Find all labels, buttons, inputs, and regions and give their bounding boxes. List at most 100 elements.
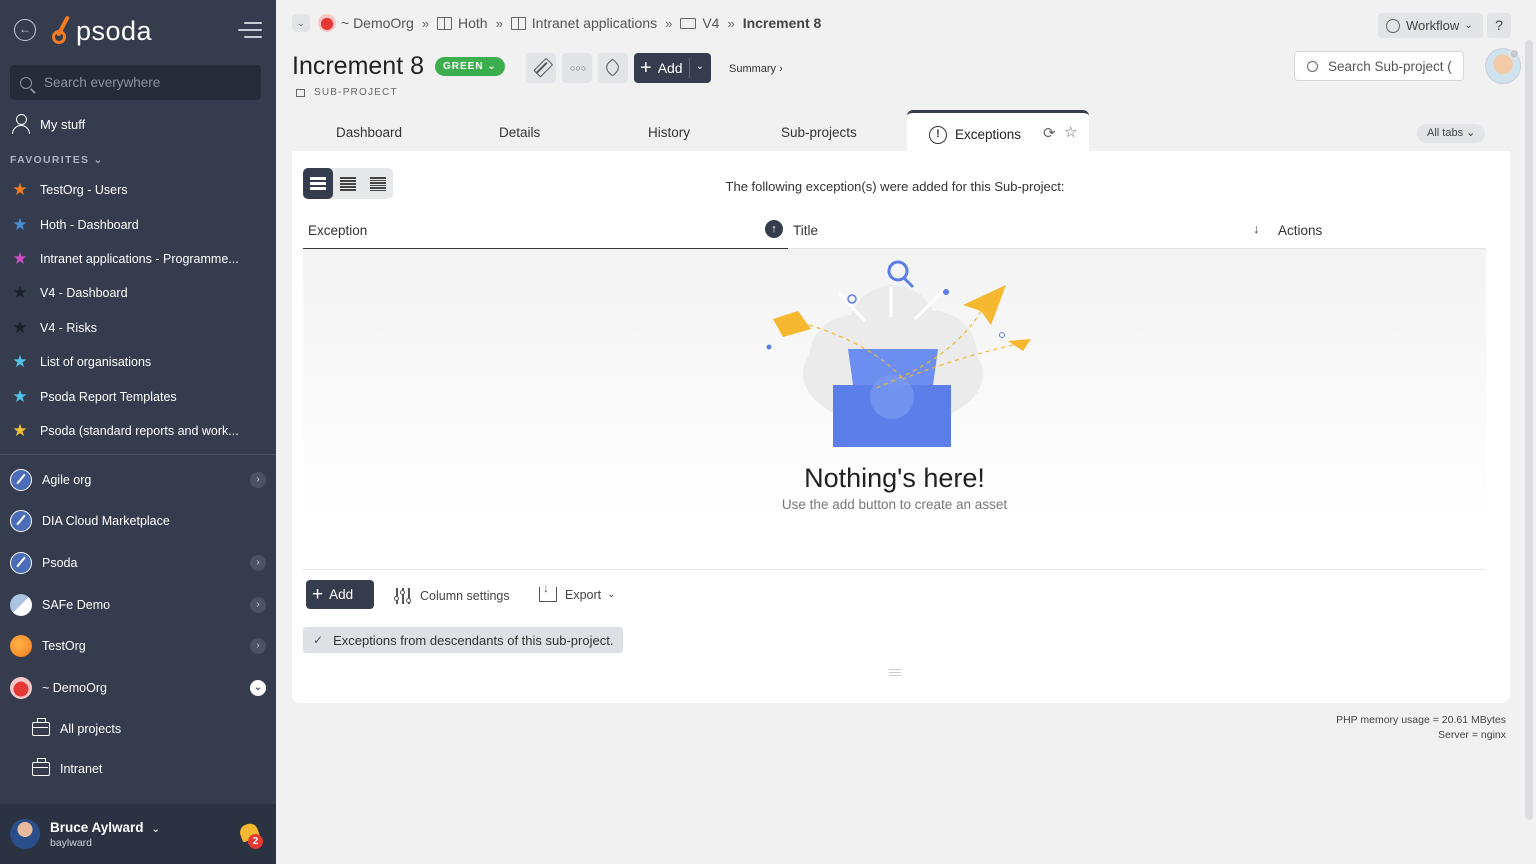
- tab-dashboard[interactable]: Dashboard: [336, 125, 402, 140]
- tag-icon: [603, 58, 622, 77]
- breadcrumb-v4[interactable]: V4: [702, 15, 719, 31]
- favourite-item[interactable]: ★ List of organisations: [10, 345, 266, 379]
- column-header-actions: Actions: [1278, 223, 1323, 238]
- folder-icon: [680, 17, 697, 29]
- chevron-right-icon[interactable]: ›: [250, 596, 266, 613]
- org-item-agile-org[interactable]: Agile org ›: [10, 459, 266, 501]
- star-outline-icon[interactable]: ☆: [1064, 123, 1077, 141]
- status-badge[interactable]: GREEN ⌄: [435, 57, 505, 76]
- favourite-item[interactable]: ★ Intranet applications - Programme...: [10, 242, 266, 276]
- favourite-label: V4 - Risks: [40, 320, 97, 335]
- tab-details[interactable]: Details: [499, 125, 540, 140]
- column-header-exception[interactable]: Exception: [308, 223, 367, 238]
- sidebar-item-all-projects[interactable]: All projects: [10, 709, 266, 749]
- resize-handle-icon[interactable]: [889, 669, 901, 678]
- org-item-dia-cloud[interactable]: DIA Cloud Marketplace: [10, 501, 266, 543]
- page-scrollbar[interactable]: [1522, 0, 1536, 864]
- exclamation-icon: !: [929, 126, 947, 144]
- tab-history[interactable]: History: [648, 125, 690, 140]
- psoda-logo[interactable]: psoda: [52, 13, 152, 49]
- panel-intro-text: The following exception(s) were added fo…: [725, 179, 1065, 194]
- briefcase-icon: [32, 717, 50, 736]
- sort-descending-icon[interactable]: ↓: [1253, 221, 1260, 236]
- sidebar-item-intranet[interactable]: Intranet: [10, 749, 266, 789]
- favourite-item[interactable]: ★ Psoda Report Templates: [10, 379, 266, 413]
- more-options-button[interactable]: ○○○: [562, 53, 592, 83]
- chevron-right-icon[interactable]: ›: [250, 554, 266, 571]
- edit-button[interactable]: [526, 53, 556, 83]
- org-item-testorg[interactable]: TestOrg ›: [10, 625, 266, 667]
- descendants-toggle[interactable]: ✓ Exceptions from descendants of this su…: [303, 627, 624, 653]
- column-header-title[interactable]: Title: [793, 223, 818, 238]
- item-type-label: SUB-PROJECT: [314, 87, 398, 98]
- empty-inbox-illustration: [766, 260, 1031, 447]
- tab-exceptions[interactable]: ! Exceptions ⟳ ☆: [907, 110, 1089, 152]
- refresh-icon[interactable]: ⟳: [1043, 124, 1056, 142]
- summary-link[interactable]: Summary ›: [729, 63, 783, 75]
- sidebar-header: ← psoda: [0, 0, 276, 64]
- collapse-sidebar-icon[interactable]: [238, 22, 262, 38]
- chevron-down-icon[interactable]: ⌄: [292, 14, 310, 32]
- breadcrumb-hoth[interactable]: Hoth: [458, 15, 488, 31]
- sidebar-search-input[interactable]: Search everywhere: [10, 65, 261, 100]
- chevron-right-icon[interactable]: ›: [250, 471, 266, 488]
- scrollbar-thumb[interactable]: [1525, 40, 1533, 820]
- search-icon: [20, 76, 32, 89]
- org-item-safe-demo[interactable]: SAFe Demo ›: [10, 584, 266, 626]
- chevron-right-icon[interactable]: ›: [250, 638, 266, 655]
- favourites-list: ★ TestOrg - Users ★ Hoth - Dashboard ★ Intr…: [10, 173, 266, 448]
- tab-sub-projects[interactable]: Sub-projects: [781, 125, 857, 140]
- search-icon: [1307, 60, 1318, 72]
- favourite-item[interactable]: ★ V4 - Dashboard: [10, 276, 266, 310]
- favourite-item[interactable]: ★ V4 - Risks: [10, 311, 266, 345]
- export-button[interactable]: Export ⌄: [539, 581, 616, 602]
- user-handle: baylward: [50, 836, 93, 849]
- logo-text: psoda: [76, 15, 153, 46]
- breadcrumb-demoorg[interactable]: ~ DemoOrg: [341, 15, 414, 31]
- sliders-icon: [393, 587, 412, 605]
- star-icon: ★: [12, 352, 28, 372]
- logo-mark-icon: [52, 15, 74, 47]
- favourite-item[interactable]: ★ Psoda (standard reports and work...: [10, 414, 266, 448]
- my-stuff-link[interactable]: My stuff: [12, 114, 85, 134]
- tag-button[interactable]: [598, 53, 628, 83]
- empty-state: Nothing's here! Use the add button to cr…: [303, 249, 1486, 569]
- notification-count-badge: 2: [248, 834, 263, 849]
- user-name: Bruce Aylward ⌄: [50, 820, 160, 835]
- user-name-text: Bruce Aylward: [50, 819, 144, 835]
- breadcrumb-intranet-applications[interactable]: Intranet applications: [532, 15, 657, 31]
- workflow-button[interactable]: Workflow ⌄: [1378, 13, 1483, 38]
- column-settings-button[interactable]: Column settings: [393, 587, 510, 605]
- favourites-heading[interactable]: FAVOURITES ⌄: [10, 154, 104, 166]
- favourites-heading-label: FAVOURITES: [10, 154, 90, 166]
- org-item-demoorg[interactable]: ~ DemoOrg ⌄: [10, 667, 266, 709]
- favourite-label: Psoda Report Templates: [40, 389, 177, 404]
- org-label: Agile org: [42, 472, 92, 487]
- favourite-label: List of organisations: [40, 355, 152, 370]
- footer-divider: [303, 569, 1486, 570]
- favourite-item[interactable]: ★ Hoth - Dashboard: [10, 207, 266, 241]
- sort-ascending-icon[interactable]: ↑: [765, 220, 783, 238]
- avatar: [10, 819, 40, 849]
- help-button[interactable]: ?: [1487, 13, 1511, 38]
- back-icon[interactable]: ←: [14, 19, 36, 41]
- book-icon: [510, 16, 526, 30]
- chevron-down-icon: ⌄: [151, 823, 160, 835]
- avatar[interactable]: [1485, 48, 1521, 84]
- add-button[interactable]: + Add ⌄: [634, 53, 711, 83]
- chevron-down-icon[interactable]: ⌄: [696, 61, 704, 72]
- star-icon: ★: [12, 420, 28, 440]
- sub-item-label: Intranet: [60, 761, 103, 776]
- all-tabs-dropdown[interactable]: All tabs ⌄: [1417, 124, 1486, 143]
- workflow-label: Workflow: [1406, 18, 1460, 33]
- chevron-down-icon[interactable]: ⌄: [250, 679, 266, 696]
- server-info: PHP memory usage = 20.61 MBytes Server =…: [1336, 713, 1506, 743]
- breadcrumb: ⌄ ~ DemoOrg » Hoth » Intranet applicatio…: [292, 14, 821, 32]
- sub-item-label: All projects: [60, 721, 122, 736]
- column-settings-label: Column settings: [420, 589, 510, 603]
- add-exception-button[interactable]: + Add: [306, 580, 374, 609]
- subproject-search-input[interactable]: Search Sub-project (: [1294, 51, 1464, 81]
- user-menu[interactable]: Bruce Aylward ⌄ baylward 2: [0, 804, 276, 864]
- favourite-item[interactable]: ★ TestOrg - Users: [10, 173, 266, 207]
- org-item-psoda[interactable]: Psoda ›: [10, 542, 266, 584]
